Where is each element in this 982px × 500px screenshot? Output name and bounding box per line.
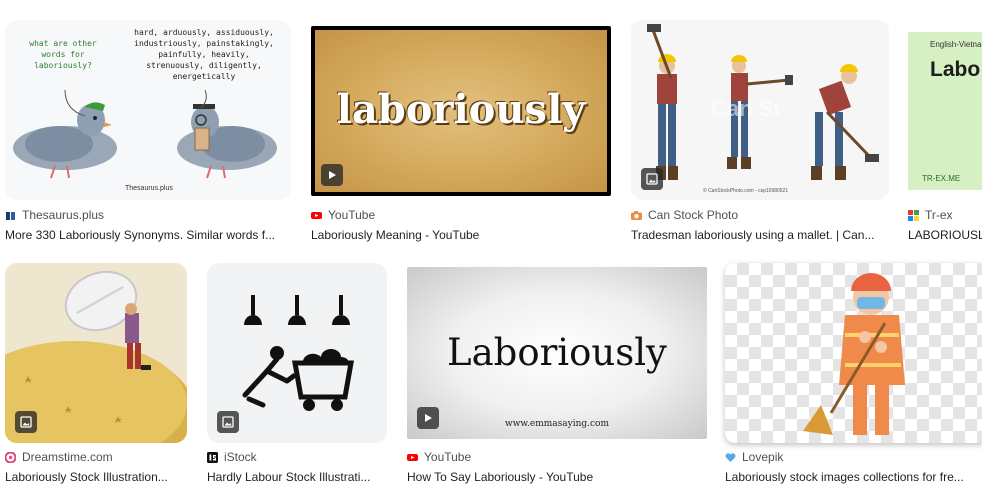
result-title[interactable]: Laboriously Meaning - YouTube [311,228,611,242]
image-icon [222,416,234,428]
source-label: iStock [224,450,257,464]
source-label: YouTube [328,208,376,222]
result-thumbnail[interactable]: Laboriously www.emmasaying.com [407,267,707,439]
thumb-top-text: English-Vietna [930,40,982,49]
source-label: Tr-ex [925,208,953,222]
thumb-footer-text: www.emmasaying.com [504,419,610,429]
result-title[interactable]: Hardly Labour Stock Illustrati... [207,470,379,484]
right-speech-text: hard, arduously, assiduously, industriou… [134,28,274,81]
istock-icon [207,451,218,463]
lovepik-icon [725,452,736,462]
result-card[interactable]: Can St © CanStockPhoto.com - csp10980521… [631,20,889,244]
image-icon [20,416,32,428]
dreamstime-icon [5,451,16,463]
result-thumbnail[interactable]: laboriously [311,26,611,196]
result-source[interactable]: iStock [207,450,257,464]
result-title[interactable]: LABORIOUSL [908,228,982,242]
source-label: Thesaurus.plus [22,208,105,222]
image-badge [641,168,663,190]
result-card[interactable]: iStock Hardly Labour Stock Illustrati... [207,263,387,489]
youtube-icon [407,453,418,461]
result-title[interactable]: More 330 Laboriously Synonyms. Similar w… [5,228,291,242]
result-card[interactable]: what are other words for laboriously? ha… [5,20,291,244]
result-thumbnail[interactable] [207,263,387,443]
thumb-footer-text: Thesaurus.plus [125,185,173,192]
book-icon [6,211,15,220]
result-thumbnail[interactable] [725,263,982,443]
source-label: YouTube [424,450,472,464]
image-icon [646,173,658,185]
result-source[interactable]: Dreamstime.com [5,450,113,464]
result-source[interactable]: YouTube [407,450,471,464]
sweeper-illustration [803,273,905,435]
play-icon [329,171,336,179]
youtube-icon [311,211,322,219]
image-badge [15,411,37,433]
watermark-text: Can St [711,96,781,121]
result-card[interactable]: Lovepik Laboriously stock images collect… [725,263,982,489]
source-label: Dreamstime.com [22,450,113,464]
video-badge [321,164,343,186]
video-frame: laboriously [315,30,607,192]
play-icon [425,414,432,422]
thumb-footer-text: © CanStockPhoto.com - csp10980521 [703,188,789,194]
thumb-word: laboriously [336,86,586,133]
result-source[interactable]: Tr-ex [908,208,953,222]
source-label: Can Stock Photo [648,208,739,222]
result-source[interactable]: Lovepik [725,450,783,464]
result-card[interactable]: English-Vietna Labo TR-EX.ME Tr-ex LABOR… [908,20,982,244]
result-title[interactable]: Laboriously stock images collections for… [725,470,977,484]
camera-icon [631,210,642,220]
thumb-word: Labo [930,58,981,81]
source-label: Lovepik [742,450,784,464]
thumb-word: Laboriously [447,331,667,374]
result-title[interactable]: Laboriously Stock Illustration... [5,470,187,484]
result-thumbnail[interactable]: Can St © CanStockPhoto.com - csp10980521 [631,20,889,200]
result-title[interactable]: Tradesman laboriously using a mallet. | … [631,228,887,242]
result-title[interactable]: How To Say Laboriously - YouTube [407,470,707,484]
result-card[interactable]: Laboriously www.emmasaying.com YouTube H… [407,263,707,489]
result-source[interactable]: Thesaurus.plus [5,208,104,222]
video-badge [417,407,439,429]
tr-ex-icon [908,209,919,221]
left-speech-text: what are other words for laboriously? [29,39,97,70]
result-card[interactable]: Dreamstime.com Laboriously Stock Illustr… [5,263,187,489]
result-card[interactable]: laboriously YouTube Laboriously Meaning … [311,20,611,244]
result-thumbnail[interactable] [5,263,187,443]
image-badge [217,411,239,433]
result-source[interactable]: Can Stock Photo [631,208,738,222]
result-thumbnail[interactable]: English-Vietna Labo TR-EX.ME [908,32,982,190]
result-thumbnail[interactable]: what are other words for laboriously? ha… [5,20,291,200]
thumb-footer-text: TR-EX.ME [922,174,961,183]
result-source[interactable]: YouTube [311,208,375,222]
